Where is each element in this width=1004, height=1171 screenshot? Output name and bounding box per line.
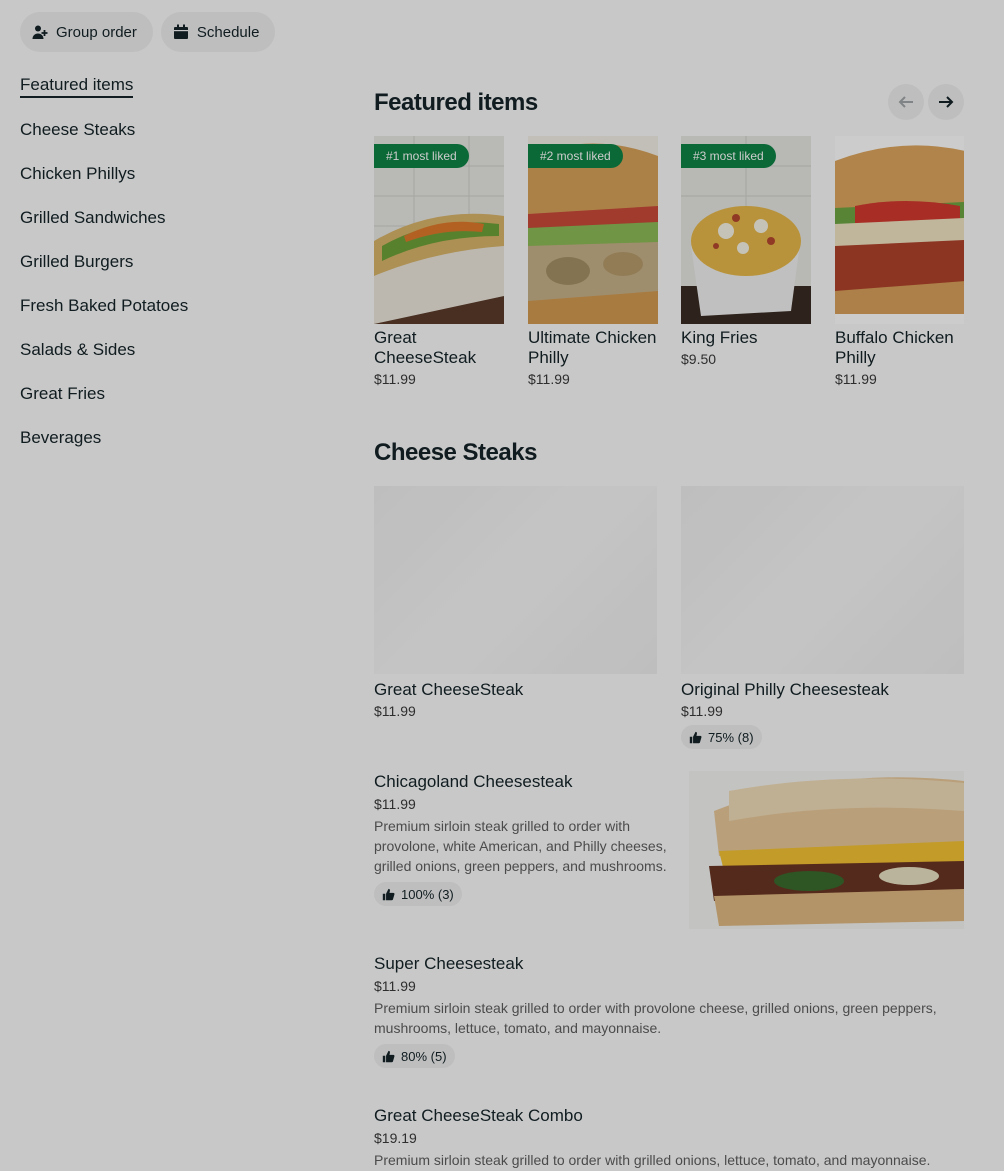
item-name: King Fries [681, 328, 758, 347]
item-name: Great CheeseSteak [374, 680, 524, 699]
sidebar-item-chicken-phillys[interactable]: Chicken Phillys [20, 162, 320, 206]
item-description: Premium sirloin steak grilled to order w… [374, 1152, 931, 1168]
calendar-icon [173, 24, 188, 39]
item-name: Great CheeseSteak Combo [374, 1106, 583, 1125]
sidebar-item-great-fries[interactable]: Great Fries [20, 382, 320, 426]
sidebar-item-salads-sides[interactable]: Salads & Sides [20, 338, 320, 382]
item-description: Premium sirloin steak grilled to order w… [374, 1000, 937, 1036]
arrow-right-icon [939, 96, 954, 108]
menu-item-card[interactable]: Original Philly Cheesesteak $11.99 75% (… [681, 486, 964, 749]
item-photo [835, 136, 964, 324]
item-price: $11.99 [528, 371, 570, 387]
item-price: $11.99 [374, 371, 416, 387]
carousel-next-button[interactable] [928, 84, 964, 120]
carousel-nav [888, 84, 964, 120]
featured-carousel: #1 most liked Great CheeseSteak $11.99 #… [374, 136, 964, 396]
item-photo [689, 771, 964, 929]
item-description: Premium sirloin steak grilled to order w… [374, 818, 667, 874]
rating-text: 100% (3) [401, 886, 454, 902]
most-liked-badge: #3 most liked [681, 144, 776, 168]
sidebar-item-grilled-burgers[interactable]: Grilled Burgers [20, 250, 320, 294]
item-price: $9.50 [681, 351, 717, 367]
schedule-label: Schedule [196, 23, 260, 41]
sidebar-item-beverages[interactable]: Beverages [20, 426, 320, 470]
menu-item-row[interactable]: Great CheeseSteak Combo $19.19 Premium s… [374, 1105, 964, 1170]
featured-card[interactable]: #1 most liked Great CheeseSteak $11.99 [374, 136, 504, 387]
rating-badge: 75% (8) [681, 725, 762, 749]
add-person-icon [32, 25, 48, 39]
sidebar-item-grilled-sandwiches[interactable]: Grilled Sandwiches [20, 206, 320, 250]
menu-item-row[interactable]: Chicagoland Cheesesteak $11.99 Premium s… [374, 771, 964, 931]
item-photo: #1 most liked [374, 136, 504, 324]
category-sidebar: Featured items Cheese Steaks Chicken Phi… [20, 74, 320, 470]
featured-card[interactable]: #2 most liked Ultimate Chicken Philly $1… [528, 136, 658, 387]
item-photo: #2 most liked [528, 136, 658, 324]
thumbs-up-icon [382, 1050, 395, 1062]
carousel-prev-button[interactable] [888, 84, 924, 120]
item-name: Chicagoland Cheesesteak [374, 772, 573, 791]
item-photo-placeholder [681, 486, 964, 674]
thumbs-up-icon [382, 888, 395, 900]
arrow-left-icon [898, 96, 913, 108]
item-price: $19.19 [374, 1130, 417, 1146]
item-price: $11.99 [835, 371, 877, 387]
sidebar-item-cheese-steaks[interactable]: Cheese Steaks [20, 118, 320, 162]
item-price: $11.99 [374, 703, 416, 719]
top-actions: Group order Schedule [20, 12, 276, 52]
menu-item-row[interactable]: Super Cheesesteak $11.99 Premium sirloin… [374, 953, 964, 1068]
group-order-label: Group order [56, 23, 137, 41]
schedule-button[interactable]: Schedule [160, 12, 276, 52]
item-price: $11.99 [374, 978, 416, 994]
featured-title: Featured items [374, 89, 538, 116]
thumbs-up-icon [689, 731, 702, 743]
item-name: Ultimate Chicken Philly [528, 328, 657, 367]
item-name: Original Philly Cheesesteak [681, 680, 889, 699]
item-price: $11.99 [681, 703, 723, 719]
sidebar-item-fresh-baked-potatoes[interactable]: Fresh Baked Potatoes [20, 294, 320, 338]
most-liked-badge: #1 most liked [374, 144, 469, 168]
featured-card[interactable]: Buffalo Chicken Philly $11.99 [835, 136, 964, 387]
rating-badge: 80% (5) [374, 1044, 455, 1068]
sidebar-item-featured[interactable]: Featured items [20, 74, 134, 98]
item-name: Super Cheesesteak [374, 954, 524, 973]
featured-card[interactable]: #3 most liked King Fries $9.50 [681, 136, 811, 367]
rating-text: 80% (5) [401, 1048, 447, 1064]
group-order-button[interactable]: Group order [20, 12, 153, 52]
menu-item-card[interactable]: Great CheeseSteak $11.99 [374, 486, 657, 719]
item-name: Great CheeseSteak [374, 328, 477, 367]
rating-text: 75% (8) [708, 729, 754, 745]
item-photo: #3 most liked [681, 136, 811, 324]
item-price: $11.99 [374, 796, 416, 812]
cheese-steaks-title: Cheese Steaks [374, 439, 537, 466]
item-photo-placeholder [374, 486, 657, 674]
item-name: Buffalo Chicken Philly [835, 328, 954, 367]
rating-badge: 100% (3) [374, 882, 462, 906]
most-liked-badge: #2 most liked [528, 144, 623, 168]
